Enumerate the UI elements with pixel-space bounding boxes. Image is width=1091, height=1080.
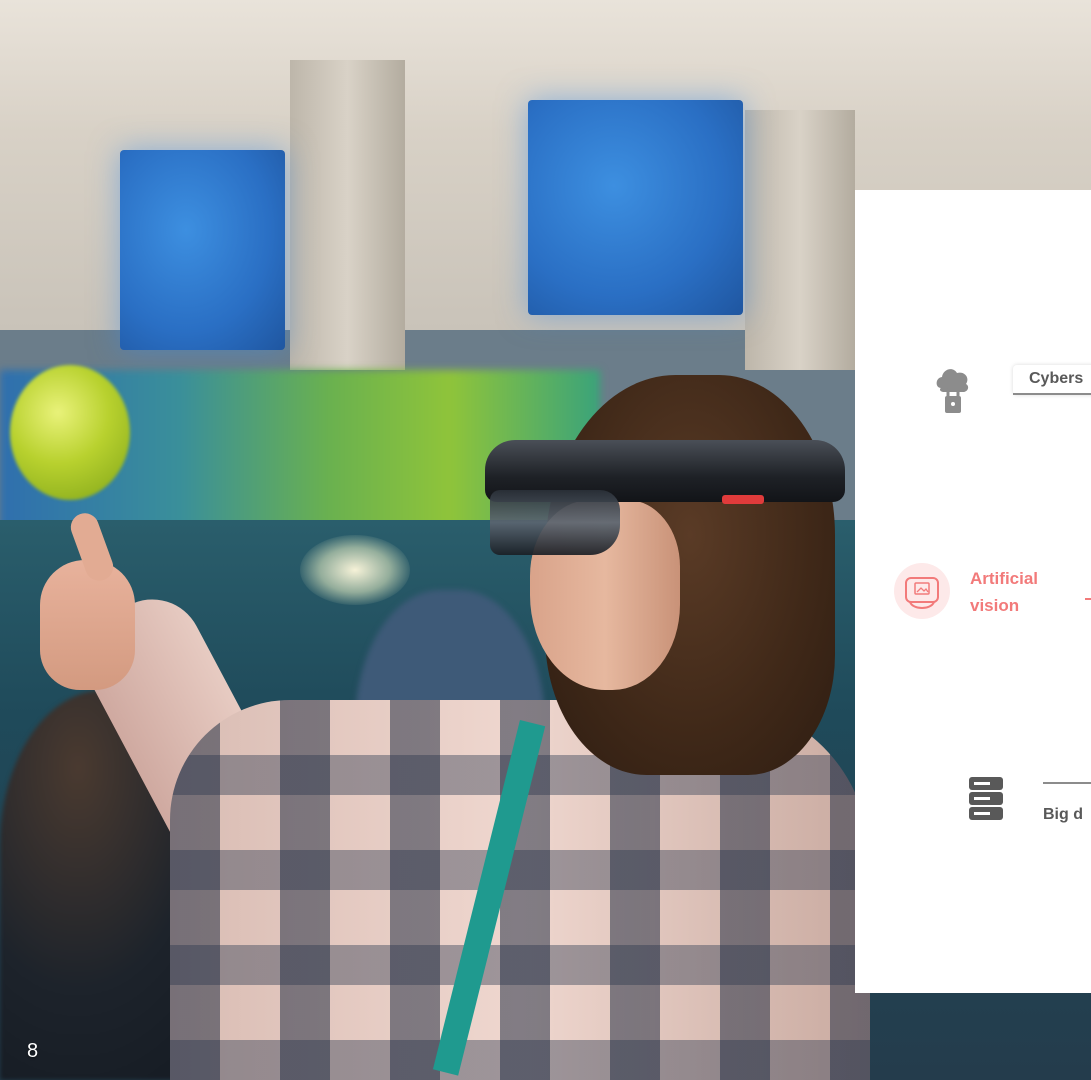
page-number: 8 bbox=[27, 1040, 39, 1062]
green-balloon bbox=[10, 365, 130, 500]
artificial-vision-label-line2: vision bbox=[970, 596, 1020, 615]
pillar bbox=[745, 110, 855, 370]
cybersecurity-label-box: Cybers bbox=[1013, 365, 1091, 403]
blue-screen bbox=[528, 100, 743, 315]
headset-visor bbox=[490, 490, 620, 555]
blue-screen bbox=[120, 150, 285, 350]
lamp-glow bbox=[300, 535, 410, 605]
artificial-vision-label: Artificial vision bbox=[970, 565, 1080, 619]
connector-line bbox=[1043, 782, 1091, 784]
server-icon bbox=[968, 775, 1004, 823]
pillar bbox=[290, 60, 405, 370]
vr-headset-icon bbox=[891, 560, 953, 622]
woman-hand bbox=[40, 560, 135, 690]
cybersecurity-label: Cybers bbox=[1029, 370, 1084, 387]
headset-indicator-light bbox=[722, 495, 764, 504]
topics-panel: Cybers Artificial vision Big d bbox=[855, 190, 1091, 993]
big-data-label: Big d bbox=[1043, 806, 1083, 823]
artificial-vision-label-line1: Artificial bbox=[970, 569, 1039, 588]
pink-connector-stub bbox=[1085, 598, 1091, 602]
cloud-lock-icon bbox=[935, 362, 971, 418]
connector-line bbox=[1013, 393, 1091, 395]
